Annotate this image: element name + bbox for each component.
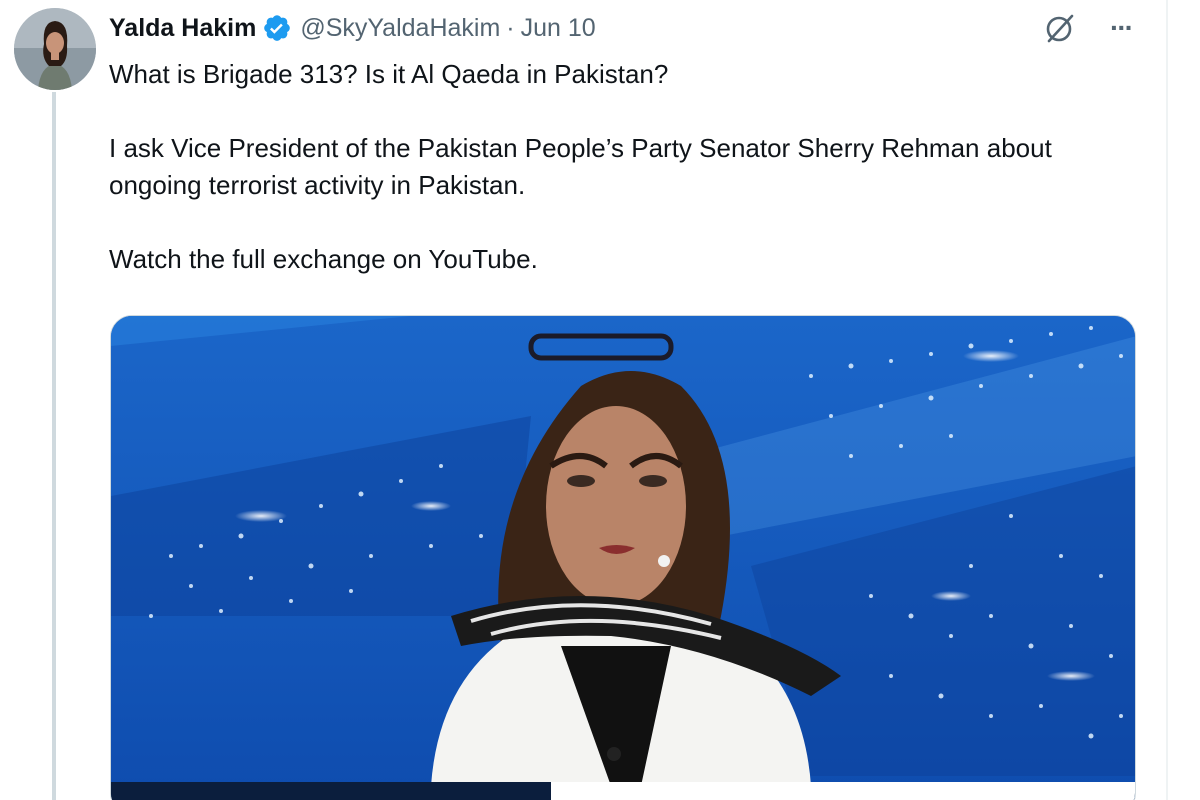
news-ticker: INDIA-PAKISTAN TENSIONS CEASEFIRE AFTER …	[111, 782, 1135, 800]
column-border	[1166, 0, 1168, 800]
author-display-name[interactable]: Yalda Hakim	[109, 14, 256, 43]
ticker-right-text: CEASEFIRE AFTER 4-DAY CONFLICT	[551, 782, 1135, 800]
tweet-text-line-2: I ask Vice President of the Pakistan Peo…	[109, 133, 1052, 200]
more-icon[interactable]: ···	[1106, 8, 1136, 48]
author-avatar[interactable]	[14, 8, 96, 90]
video-still-image	[111, 316, 1135, 786]
tweet-text-line-1: What is Brigade 313? Is it Al Qaeda in P…	[109, 59, 669, 89]
grok-icon[interactable]	[1040, 8, 1080, 48]
tweet[interactable]: Yalda Hakim @SkyYaldaHakim · Jun 10 ··· …	[0, 0, 1168, 800]
tweet-text: What is Brigade 313? Is it Al Qaeda in P…	[109, 56, 1149, 278]
tweet-date[interactable]: Jun 10	[521, 14, 596, 43]
tweet-header: Yalda Hakim @SkyYaldaHakim · Jun 10	[109, 8, 596, 48]
ticker-left-text: INDIA-PAKISTAN TENSIONS	[111, 782, 551, 800]
author-handle[interactable]: @SkyYaldaHakim	[300, 14, 500, 43]
separator-dot: ·	[506, 13, 515, 42]
verified-badge-icon	[262, 13, 292, 43]
tweet-video[interactable]: INDIA-PAKISTAN TENSIONS CEASEFIRE AFTER …	[110, 315, 1136, 800]
tweet-text-line-3: Watch the full exchange on YouTube.	[109, 244, 538, 274]
header-actions: ···	[1040, 8, 1136, 48]
avatar-image	[14, 8, 96, 90]
thread-line	[52, 92, 56, 800]
